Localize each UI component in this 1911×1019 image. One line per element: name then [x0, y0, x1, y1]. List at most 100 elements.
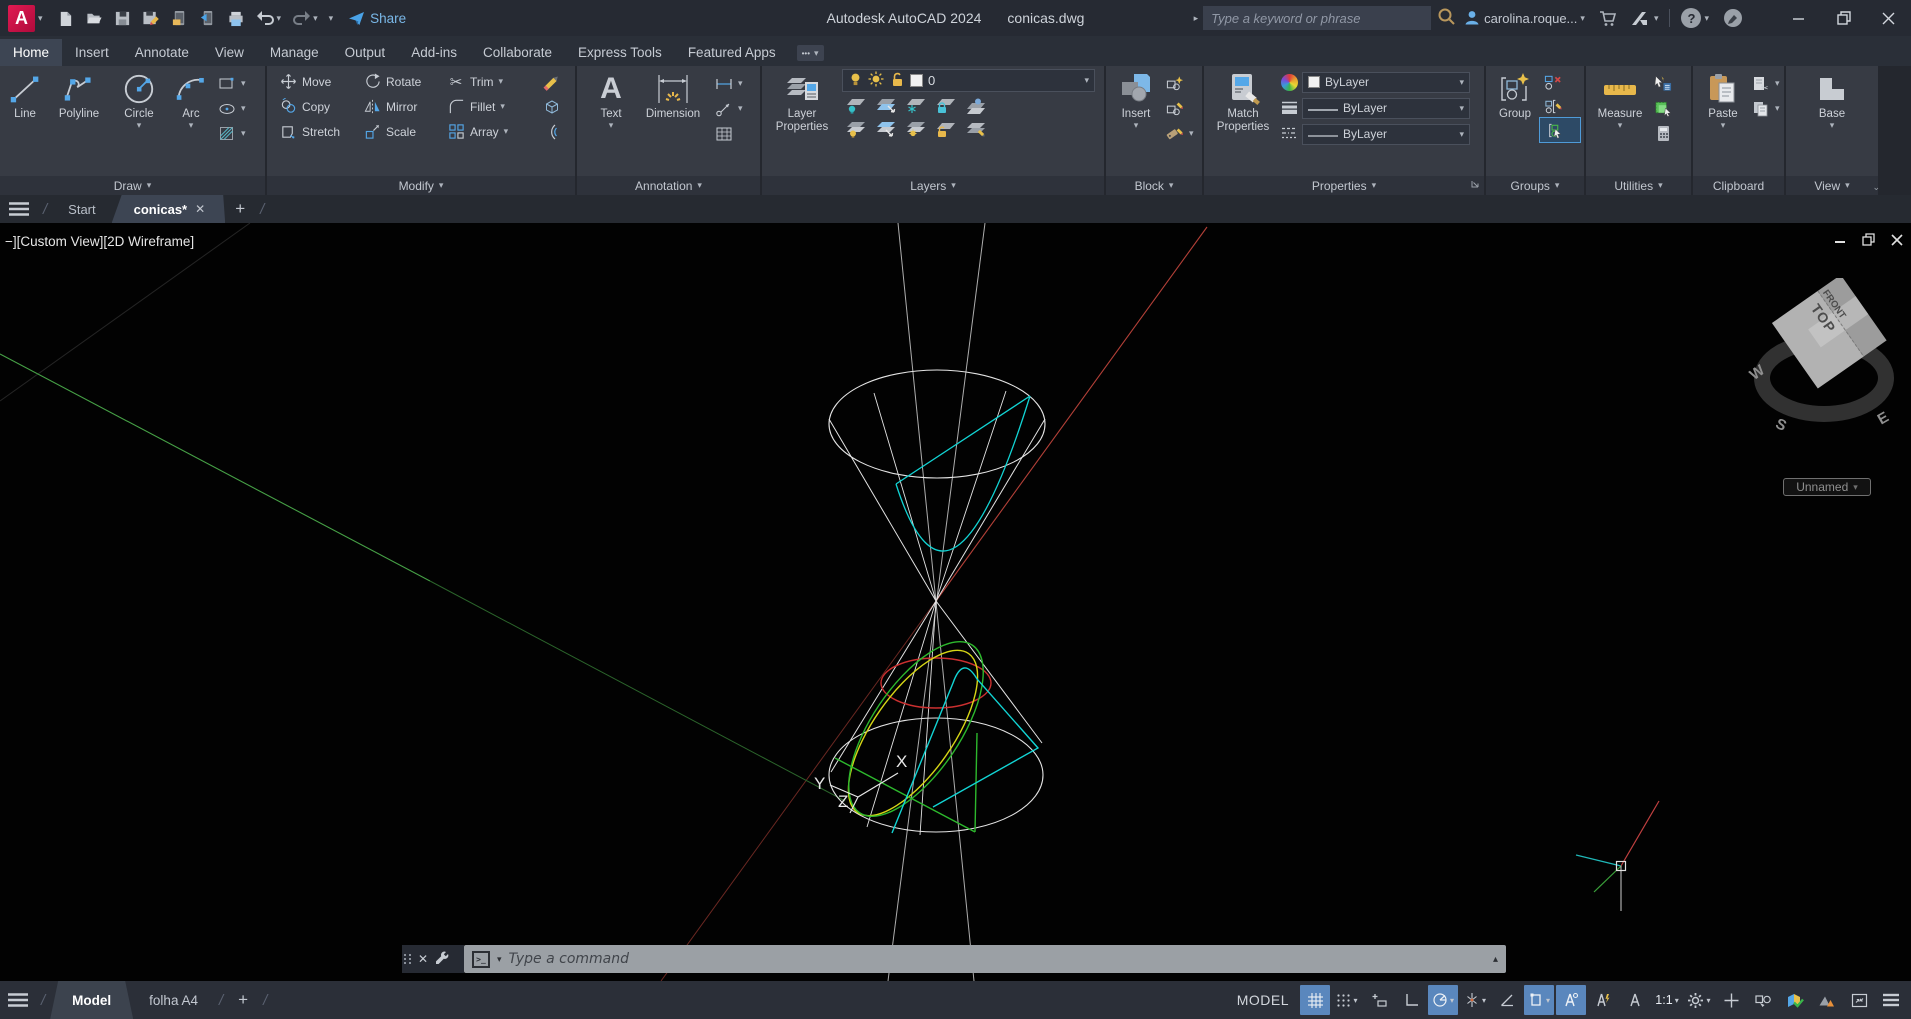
file-tab-menu-button[interactable]	[0, 195, 38, 223]
hardware-acceleration-button[interactable]	[1780, 985, 1810, 1015]
dimension-button[interactable]: Dimension	[635, 69, 711, 176]
edit-attributes-button[interactable]: ▾	[1162, 121, 1202, 146]
edit-block-button[interactable]: ▾	[1162, 96, 1202, 121]
offset-button[interactable]	[539, 119, 573, 144]
save-button[interactable]	[112, 8, 133, 29]
dialog-launcher-icon[interactable]	[1470, 178, 1480, 192]
ribbon-tab-addins[interactable]: Add-ins	[398, 39, 470, 66]
ungroup-button[interactable]	[1540, 70, 1580, 94]
panel-label-layers[interactable]: Layers ▾	[762, 176, 1104, 195]
model-space-button[interactable]: MODEL	[1227, 992, 1299, 1008]
panel-label-utilities[interactable]: Utilities ▾	[1586, 176, 1691, 195]
panel-label-clipboard[interactable]: Clipboard	[1693, 176, 1784, 195]
customize-qat-button[interactable]: ▾	[327, 12, 336, 25]
feedback-button[interactable]	[1716, 0, 1750, 36]
ribbon-pin-icon[interactable]: ⌄	[1872, 182, 1880, 193]
viewport-close-button[interactable]	[1891, 233, 1903, 249]
autodesk-account-button[interactable]: ▾	[1624, 0, 1666, 36]
redo-button[interactable]: ▾	[290, 8, 320, 28]
annotation-monitor-button[interactable]	[1812, 985, 1842, 1015]
paste-button[interactable]: Paste ▾	[1698, 69, 1748, 176]
table-button[interactable]	[711, 121, 751, 146]
lineweight-dropdown[interactable]: ByLayer ▾	[1302, 97, 1470, 119]
panel-label-properties[interactable]: Properties ▾	[1204, 176, 1484, 195]
layer-lock-button[interactable]	[932, 95, 959, 116]
new-drawing-tab-button[interactable]: +	[225, 195, 255, 223]
viewcube-east-label[interactable]: E	[1875, 409, 1892, 429]
help-search-input[interactable]	[1203, 6, 1432, 30]
leader-button[interactable]: ▾	[711, 96, 751, 121]
app-menu-button[interactable]: A ▾	[0, 0, 49, 36]
ribbon-tab-express-tools[interactable]: Express Tools	[565, 39, 675, 66]
panel-label-draw[interactable]: Draw ▾	[0, 176, 265, 195]
command-input-field[interactable]: >_ ▾ ▴	[464, 945, 1506, 973]
restore-button[interactable]	[1821, 0, 1866, 36]
create-block-button[interactable]: ▾	[1162, 71, 1202, 96]
object-snap-tracking-toggle[interactable]: ▾	[1460, 985, 1490, 1015]
quick-select-button[interactable]	[1650, 71, 1688, 96]
layer-thaw-icon[interactable]	[868, 71, 884, 90]
lineweight-icon[interactable]	[1281, 100, 1298, 117]
lock-fade-button[interactable]	[902, 119, 929, 140]
collapse-search-icon[interactable]: ▸	[1194, 13, 1199, 23]
fillet-button[interactable]: Fillet ▾	[443, 94, 539, 119]
close-button[interactable]	[1866, 0, 1911, 36]
command-prompt-icon[interactable]: >_	[472, 950, 490, 968]
infer-constraints-toggle[interactable]	[1364, 985, 1394, 1015]
layer-unlock-icon[interactable]	[889, 71, 905, 90]
layer-match-button[interactable]	[962, 119, 989, 140]
array-button[interactable]: Array ▾	[443, 119, 539, 144]
group-edit-button[interactable]	[1540, 94, 1580, 118]
ribbon-tab-output[interactable]: Output	[332, 39, 399, 66]
layer-dropdown[interactable]: 0 ▾	[842, 69, 1095, 92]
customize-command-line-icon[interactable]	[434, 950, 449, 968]
annotation-visibility-toggle[interactable]	[1556, 985, 1586, 1015]
annotation-autoscale-toggle[interactable]	[1588, 985, 1618, 1015]
app-store-cart-button[interactable]	[1592, 0, 1624, 36]
isolate-objects-button[interactable]	[1748, 985, 1778, 1015]
annotation-scale-button[interactable]: 1:1 ▾	[1652, 985, 1682, 1015]
layer-isolate-button[interactable]	[872, 95, 899, 116]
linear-dimension-button[interactable]: ▾	[711, 71, 751, 96]
viewport-restore-button[interactable]	[1862, 233, 1875, 249]
recent-commands-icon[interactable]: ▾	[497, 954, 502, 964]
linetype-dropdown[interactable]: ByLayer ▾	[1302, 123, 1470, 145]
panel-label-groups[interactable]: Groups ▾	[1486, 176, 1584, 195]
ribbon-tab-insert[interactable]: Insert	[62, 39, 122, 66]
command-line-grip[interactable]: ✕	[402, 945, 464, 973]
copy-button[interactable]: Copy	[275, 94, 359, 119]
model-tab[interactable]: Model	[50, 981, 133, 1019]
model-space-drawing[interactable]: X Y Z	[0, 223, 1911, 981]
command-input[interactable]	[508, 951, 1486, 967]
layer-properties-button[interactable]: Layer Properties	[768, 69, 836, 176]
scale-button[interactable]: Scale	[359, 119, 443, 144]
model-space-viewport[interactable]: X Y Z −][Custom View][2D Wireframe] W S	[0, 223, 1911, 981]
ribbon-tab-view[interactable]: View	[202, 39, 257, 66]
linetype-icon[interactable]	[1281, 126, 1298, 143]
erase-button[interactable]	[539, 69, 573, 94]
snap-mode-toggle[interactable]: ▾	[1332, 985, 1362, 1015]
ribbon-tab-annotate[interactable]: Annotate	[122, 39, 202, 66]
measure-button[interactable]: Measure ▾	[1590, 69, 1650, 176]
annotation-monitor-plus-button[interactable]	[1716, 985, 1746, 1015]
signed-in-user-button[interactable]: carolina.roque... ▾	[1456, 0, 1592, 36]
close-command-line-icon[interactable]: ✕	[418, 952, 428, 966]
turn-all-layers-on-button[interactable]	[842, 119, 869, 140]
layer-color-swatch[interactable]	[910, 74, 923, 87]
help-button[interactable]: ? ▾	[1674, 0, 1716, 36]
clean-screen-button[interactable]	[1844, 985, 1874, 1015]
ellipse-button[interactable]: ▾	[214, 96, 262, 121]
minimize-button[interactable]	[1776, 0, 1821, 36]
new-layout-button[interactable]: +	[228, 990, 258, 1010]
ribbon-display-options-button[interactable]: ••• ▾	[796, 45, 824, 61]
arc-button[interactable]: Arc ▾	[168, 69, 214, 176]
mirror-button[interactable]: Mirror	[359, 94, 443, 119]
explode-button[interactable]	[539, 94, 573, 119]
ribbon-tab-featured-apps[interactable]: Featured Apps	[675, 39, 789, 66]
select-similar-button[interactable]	[1650, 96, 1688, 121]
polar-tracking-toggle[interactable]: ▾	[1428, 985, 1458, 1015]
group-button[interactable]: Group	[1490, 69, 1540, 176]
panel-label-modify[interactable]: Modify ▾	[267, 176, 575, 195]
match-properties-button[interactable]: Match Properties	[1210, 69, 1276, 176]
layout-menu-button[interactable]	[0, 981, 36, 1019]
